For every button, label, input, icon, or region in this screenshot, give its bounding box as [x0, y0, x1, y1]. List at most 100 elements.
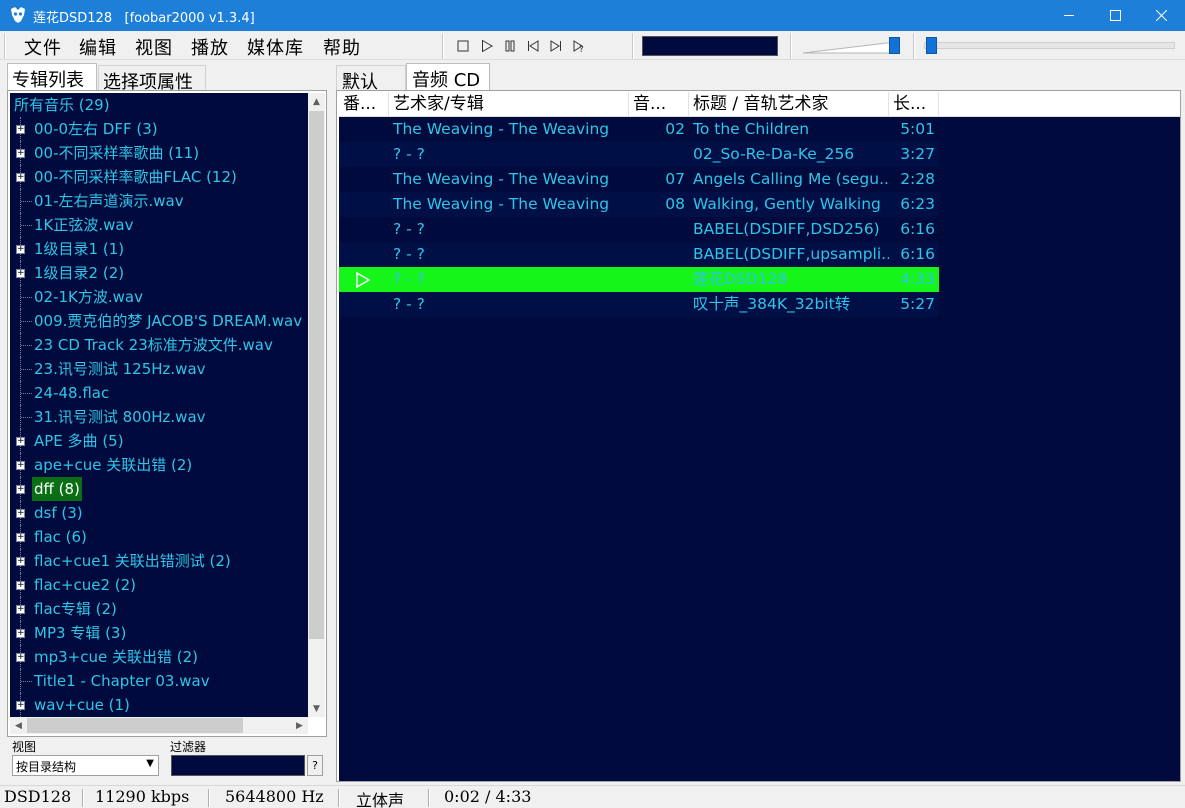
seek-bar[interactable]: [924, 42, 1175, 49]
expand-icon[interactable]: +: [16, 653, 25, 662]
tree-item-label: 24-48.flac: [34, 384, 110, 402]
scroll-up-icon[interactable]: ▲: [308, 93, 325, 110]
expand-icon[interactable]: +: [16, 461, 25, 470]
tab-album-list[interactable]: 专辑列表: [7, 63, 97, 91]
cell-length: 6:16: [900, 245, 935, 263]
tree-vertical-scrollbar[interactable]: ▲ ▼: [308, 93, 325, 717]
expand-icon[interactable]: +: [16, 485, 25, 494]
tree-item-label: ape+cue 关联出错 (2): [34, 456, 193, 474]
stop-button[interactable]: [453, 36, 473, 56]
playlist-row[interactable]: The Weaving - The Weaving 02 To the Childr…: [339, 117, 939, 142]
volume-slider[interactable]: [803, 39, 899, 55]
foobar-app-icon: [11, 7, 25, 23]
cell-artist-album: ? - ?: [393, 295, 425, 313]
close-icon: [1155, 10, 1167, 21]
expand-icon[interactable]: +: [16, 269, 25, 278]
seek-thumb[interactable]: [926, 37, 937, 54]
column-header-length[interactable]: 长...: [889, 92, 939, 117]
expand-icon[interactable]: +: [16, 509, 25, 518]
filter-label: 过滤器: [170, 740, 207, 754]
playlist-row[interactable]: ? - ? BABEL(DSDIFF,upsampli... 6:16: [339, 242, 939, 267]
tree-line: [21, 393, 32, 394]
column-header-artist-album[interactable]: 艺术家/专辑: [389, 92, 629, 117]
playlist-header: 番... 艺术家/专辑 音... 标题 / 音轨艺术家 长...: [339, 92, 1180, 117]
expand-icon[interactable]: +: [16, 581, 25, 590]
tree-line: [21, 297, 32, 298]
tree-horizontal-thumb[interactable]: [27, 718, 243, 733]
expand-icon[interactable]: +: [16, 605, 25, 614]
tree-root-label: 所有音乐 (29): [14, 96, 110, 114]
cell-length: 4:33: [900, 270, 935, 288]
menu-file[interactable]: 文件: [24, 34, 62, 60]
tab-default-playlist[interactable]: 默认: [336, 65, 406, 93]
previous-button[interactable]: [523, 36, 543, 56]
menu-playback[interactable]: 播放: [191, 34, 229, 60]
close-button[interactable]: [1138, 0, 1184, 31]
menu-view[interactable]: 视图: [135, 34, 173, 60]
playlist-row[interactable]: The Weaving - The Weaving 08 Walking, Gent…: [339, 192, 939, 217]
volume-thumb[interactable]: [889, 37, 900, 54]
view-select-value: 按目录结构: [16, 760, 77, 774]
playlist-row[interactable]: The Weaving - The Weaving 07 Angels Callin…: [339, 167, 939, 192]
playlist-row[interactable]: ? - ? BABEL(DSDIFF,DSD256) 6:16: [339, 217, 939, 242]
minimize-button[interactable]: [1046, 0, 1092, 31]
menu-library[interactable]: 媒体库: [247, 34, 304, 60]
tree-horizontal-scrollbar[interactable]: ◀ ▶: [10, 717, 308, 734]
status-samplerate: 5644800 Hz: [225, 787, 324, 806]
expand-icon[interactable]: +: [16, 437, 25, 446]
status-bitrate: 11290 kbps: [95, 787, 190, 806]
playlist-row[interactable]: ? - ? 02_So-Re-Da-Ke_256 3:27: [339, 142, 939, 167]
tab-selection-properties[interactable]: 选择项属性: [98, 65, 206, 93]
playlist-body: The Weaving - The Weaving 02 To the Childr…: [339, 117, 1180, 781]
tree-line: [21, 321, 32, 322]
visualization-panel: [642, 36, 778, 56]
menu-toolbar-row: 文件 编辑 视图 播放 媒体库 帮助 ?: [0, 31, 1185, 60]
play-button[interactable]: [477, 36, 497, 56]
cell-title: Angels Calling Me (segu...: [693, 170, 889, 188]
maximize-button[interactable]: [1092, 0, 1138, 31]
tree-item-label: 31.讯号测试 800Hz.wav: [34, 408, 206, 426]
playlist-row[interactable]: ? - ? 莲花DSD128 4:33: [339, 267, 939, 292]
filter-input[interactable]: [171, 755, 305, 776]
view-select[interactable]: 按目录结构 ▼: [12, 755, 159, 776]
next-icon: [550, 40, 561, 52]
pause-icon: [505, 40, 515, 52]
tab-audio-cd[interactable]: 音频 CD: [406, 63, 490, 91]
expand-icon[interactable]: +: [16, 173, 25, 182]
tree-item-label: 00-不同采样率歌曲 (11): [34, 144, 200, 162]
expand-icon[interactable]: +: [16, 245, 25, 254]
menu-edit[interactable]: 编辑: [79, 34, 117, 60]
expand-icon[interactable]: +: [16, 701, 25, 710]
pause-button[interactable]: [500, 36, 520, 56]
menu-help[interactable]: 帮助: [323, 34, 361, 60]
tree-item-label: dff (8): [32, 477, 82, 501]
expand-icon[interactable]: +: [16, 629, 25, 638]
cell-length: 2:28: [900, 170, 935, 188]
scroll-down-icon[interactable]: ▼: [308, 700, 325, 717]
tree-item-label: wav+cue (1): [34, 696, 130, 714]
filter-help-button[interactable]: ?: [307, 755, 323, 776]
tree-line: [21, 201, 32, 202]
playlist-row[interactable]: ? - ? 叹十声_384K_32bit转 5:27: [339, 292, 939, 317]
expand-icon[interactable]: +: [16, 533, 25, 542]
toolbar-separator: [442, 33, 444, 59]
expand-icon[interactable]: +: [16, 557, 25, 566]
scroll-right-icon[interactable]: ▶: [291, 717, 308, 734]
column-header-track[interactable]: 音...: [629, 92, 689, 117]
next-button[interactable]: [546, 36, 566, 56]
stop-icon: [457, 40, 469, 52]
random-button[interactable]: ?: [569, 36, 589, 56]
column-header-number[interactable]: 番...: [339, 92, 389, 117]
menu-grip: [4, 33, 6, 59]
album-tree: 所有音乐 (29) +00-0左右 DFF (3) +00-不同采样率歌曲 (11…: [10, 93, 308, 717]
minimize-icon: [1063, 15, 1074, 16]
scroll-left-icon[interactable]: ◀: [10, 717, 27, 734]
expand-icon[interactable]: +: [16, 125, 25, 134]
expand-icon[interactable]: +: [16, 149, 25, 158]
tree-vertical-thumb[interactable]: [309, 111, 324, 639]
column-header-title[interactable]: 标题 / 音轨艺术家: [689, 92, 889, 117]
now-playing-icon: [356, 272, 371, 288]
tree-item-label: flac+cue1 关联出错测试 (2): [34, 552, 231, 570]
svg-text:?: ?: [579, 45, 584, 53]
cell-artist-album: The Weaving - The Weaving: [393, 170, 610, 188]
